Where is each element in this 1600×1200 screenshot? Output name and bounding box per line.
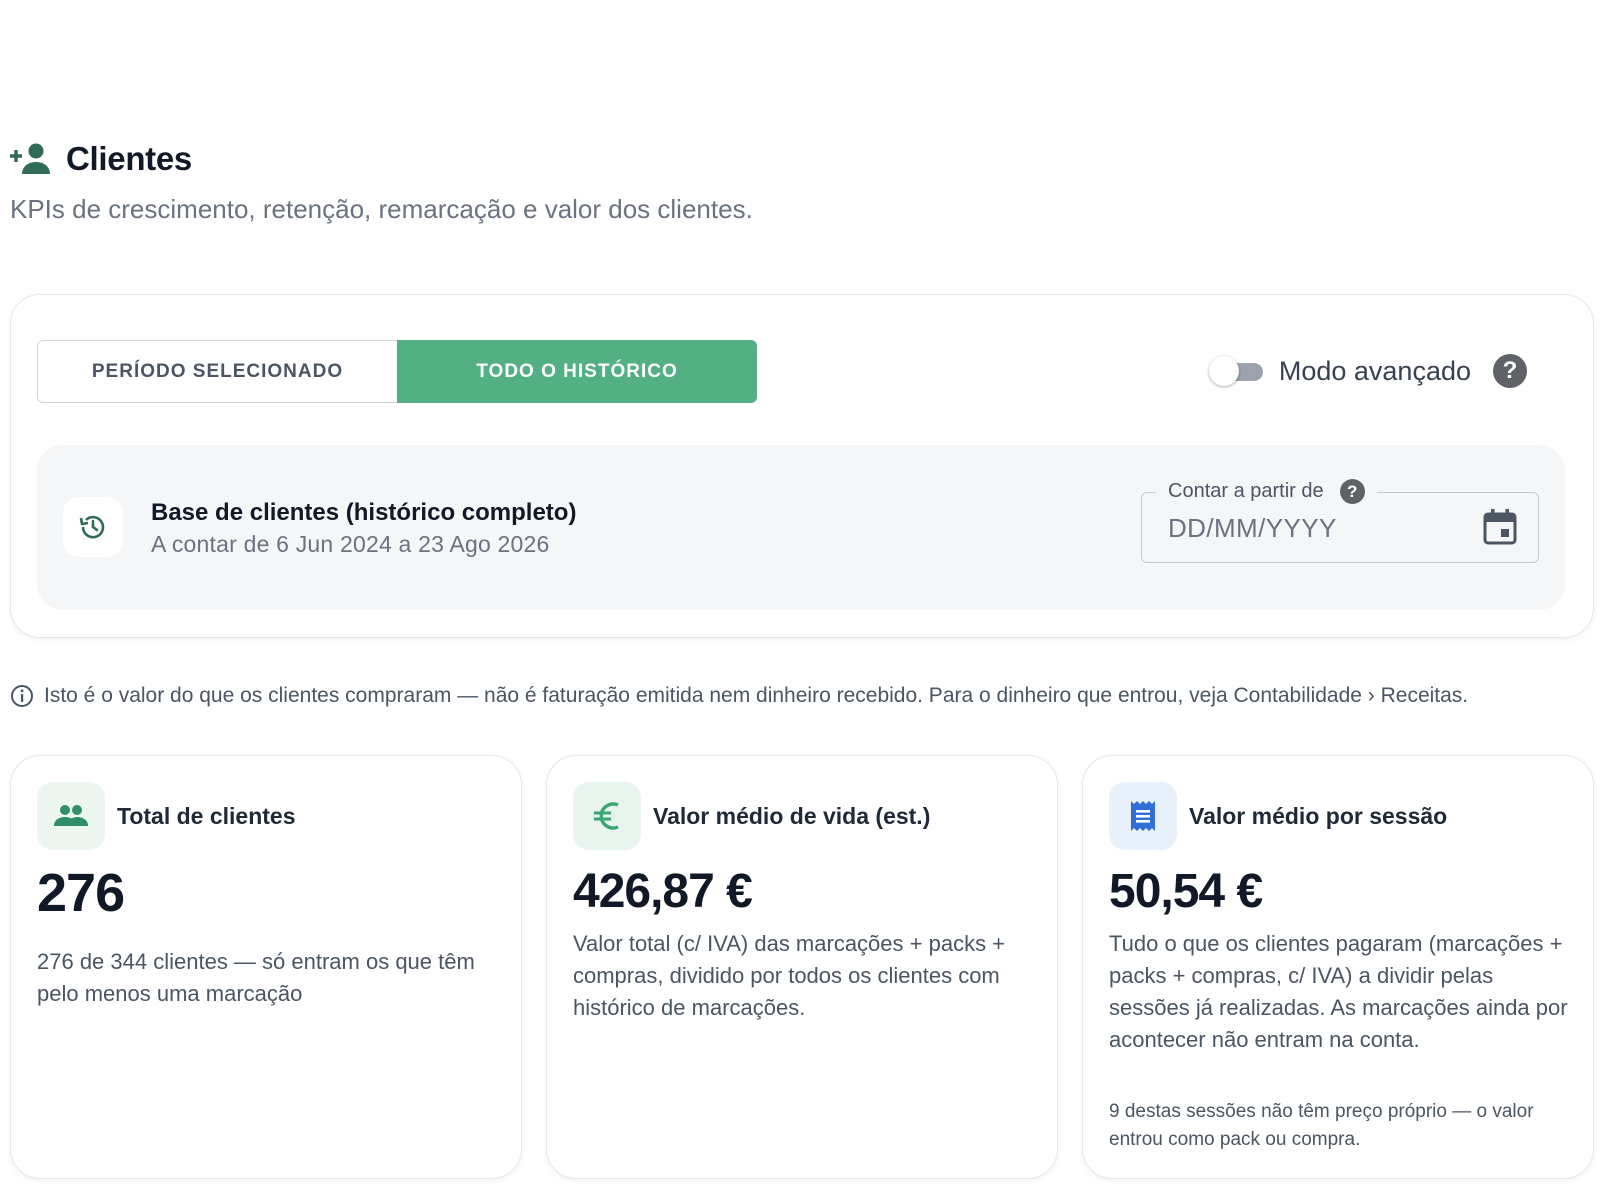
page-title: Clientes: [66, 140, 192, 177]
kpi-description: Valor total (c/ IVA) das marcações + pac…: [573, 931, 1006, 1020]
toggle-knob: [1208, 356, 1239, 386]
tab-all-history[interactable]: TODO O HISTÓRICO: [397, 340, 757, 403]
kpi-description: 276 de 344 clientes — só entram os que t…: [37, 949, 475, 1006]
kpi-label: Total de clientes: [117, 802, 296, 829]
filter-card: PERÍODO SELECIONADO TODO O HISTÓRICO Mod…: [10, 294, 1594, 638]
help-icon[interactable]: ?: [1493, 354, 1527, 388]
count-from-date-field[interactable]: Contar a partir de ? DD/MM/YYYY: [1141, 479, 1539, 563]
kpi-card-lifetime-value: Valor médio de vida (est.) 426,87 € Valo…: [546, 755, 1058, 1179]
date-field-label: Contar a partir de ?: [1156, 479, 1377, 504]
page-header: Clientes KPIs de crescimento, retenção, …: [10, 140, 753, 225]
euro-icon: [573, 782, 641, 850]
calendar-icon[interactable]: [1482, 508, 1518, 546]
info-note-text: Isto é o valor do que os clientes compra…: [44, 684, 1469, 707]
page-subtitle: KPIs de crescimento, retenção, remarcaçã…: [10, 194, 753, 224]
kpi-card-total-clients: Total de clientes 276 276 de 344 cliente…: [10, 755, 522, 1179]
date-field-label-text: Contar a partir de: [1168, 480, 1324, 502]
kpi-header: Valor médio de vida (est.): [573, 782, 930, 850]
kpi-label: Valor médio por sessão: [1189, 802, 1448, 829]
kpi-label: Valor médio de vida (est.): [653, 802, 931, 829]
info-note: Isto é o valor do que os clientes compra…: [10, 684, 1468, 708]
history-icon: [63, 497, 123, 557]
kpi-value: 426,87 €: [573, 865, 753, 918]
base-date-range: A contar de 6 Jun 2024 a 23 Ago 2026: [151, 531, 550, 557]
kpi-footnote: 9 destas sessões não têm preço próprio —…: [1109, 1101, 1534, 1150]
date-help-icon[interactable]: ?: [1339, 479, 1365, 504]
date-input[interactable]: DD/MM/YYYY: [1168, 513, 1337, 544]
kpi-card-value-per-session: Valor médio por sessão 50,54 € Tudo o qu…: [1082, 755, 1594, 1179]
people-icon: [37, 782, 105, 850]
tab-selected-period[interactable]: PERÍODO SELECIONADO: [37, 340, 397, 403]
client-base-panel: Base de clientes (histórico completo) A …: [37, 445, 1565, 610]
base-title: Base de clientes (histórico completo): [151, 499, 577, 526]
receipt-icon: [1109, 782, 1177, 850]
kpi-value: 276: [37, 863, 125, 923]
kpi-value: 50,54 €: [1109, 865, 1263, 918]
advanced-mode-toggle[interactable]: [1208, 353, 1265, 389]
add-person-icon: [10, 143, 50, 174]
kpi-description: Tudo o que os clientes pagaram (marcaçõe…: [1109, 931, 1568, 1052]
advanced-mode: Modo avançado ?: [1208, 353, 1527, 389]
advanced-mode-label: Modo avançado: [1278, 355, 1471, 386]
info-icon: [11, 685, 33, 707]
title-row: Clientes: [10, 140, 753, 178]
period-segmented-control: PERÍODO SELECIONADO TODO O HISTÓRICO: [37, 340, 757, 403]
kpi-header: Valor médio por sessão: [1109, 782, 1447, 850]
kpi-header: Total de clientes: [37, 782, 296, 850]
